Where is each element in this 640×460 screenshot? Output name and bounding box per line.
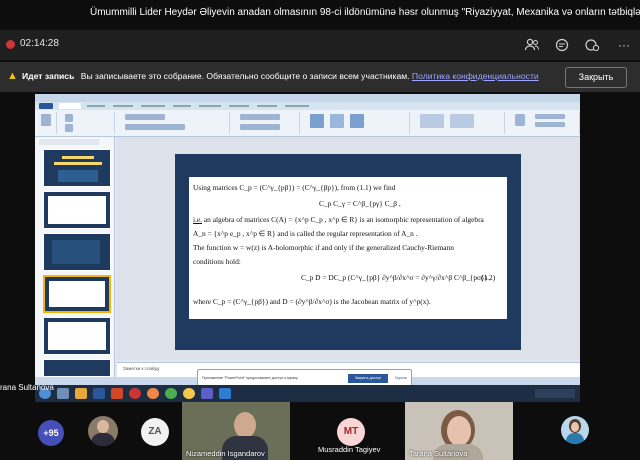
participant-avatar-photo[interactable] [88,416,118,446]
chrome-icon[interactable] [165,388,177,399]
slide-line-1: Using matrices C_p = (C^γ_{pβ}) = (C^γ_{… [193,183,396,192]
slide-formula-2: C_p D = DC_p (C^γ_{pβ} ∂y^β/∂x^σ = ∂y^γ/… [301,273,491,282]
slide-thumbnails-pane [35,137,115,377]
firefox-icon[interactable] [147,388,159,399]
warning-icon: ▲ [7,70,18,82]
opera-icon[interactable] [129,388,141,399]
slide-line-6: where C_p = (C^γ_{pβ}) and D = (∂y^β/∂x^… [193,297,431,306]
slide-thumbnail[interactable] [43,317,111,355]
participant-avatar-mt[interactable]: MT [337,418,365,446]
paste-icon [41,114,51,126]
stop-sharing-button[interactable]: Закрыть доступ [348,374,388,383]
people-icon[interactable] [524,38,540,52]
ppt-ribbon-tabs [35,102,580,110]
more-icon[interactable]: ··· [618,38,640,52]
slide-thumbnail[interactable] [43,233,111,271]
folder-icon[interactable] [75,388,87,399]
privacy-link[interactable]: Политика конфиденциальности [412,71,539,81]
slide-line-2-text: an algebra of matrices C(A) = {x^p C_p ,… [202,215,484,224]
reactions-icon[interactable] [584,38,600,52]
notes-placeholder: Заметки к слайду [123,366,160,371]
recording-dot-icon [6,40,15,49]
participant-tile-nizameddin[interactable]: Nizameddin Isgandarov [182,402,290,460]
meeting-timer: 02:14:28 [20,38,59,49]
close-banner-button[interactable]: Закрыть [565,67,627,88]
thumbnails-tabs [39,139,99,145]
banner-message: Вы записываете это собрание. Обязательно… [80,71,410,81]
meeting-bar: 02:14:28 ··· [0,30,640,60]
participant-name: Nizameddin Isgandarov [186,449,265,458]
participant-avatar-photo-2[interactable] [561,416,589,444]
zoom-icon[interactable] [219,388,231,399]
recording-banner: ▲ Идет запись Вы записываете это собрани… [0,62,640,92]
marquee-title: Ümummilli Lider Heydər Əliyevin anadan o… [90,7,640,18]
home-tab [59,103,81,109]
notification-text: Приложение "PowerPoint" предоставляет до… [202,376,298,380]
hide-button[interactable]: Скрыть [392,374,410,383]
equation-number: (1.2) [481,273,496,282]
participant-name-musraddin: Musraddin Tagiyev [318,445,381,454]
word-icon[interactable] [93,388,105,399]
slide-thumbnail-selected[interactable] [43,275,111,313]
system-tray [535,389,575,398]
shared-screen: Using matrices C_p = (C^γ_{pβ}) = (C^γ_{… [35,94,580,402]
participant-tile-tarana[interactable]: Tarana Sultanova [405,402,513,460]
slide-line-2-ie: i.e. [193,215,203,224]
participant-avatar-za[interactable]: ZA [141,418,169,446]
windows-taskbar [35,385,580,402]
slide-formula-1: C_p C_γ = C^β_{pγ} C_β , [319,199,401,208]
powerpoint-icon[interactable] [111,388,123,399]
slide-content: Using matrices C_p = (C^γ_{pβ}) = (C^γ_{… [189,177,507,319]
ppt-ribbon [35,110,580,137]
more-participants-button[interactable]: +95 [38,420,64,446]
slide-line-4: The function w = w(z) is A-holomorphic i… [193,243,454,252]
banner-title: Идет запись [22,71,75,81]
presenter-name: rana Sultanova [0,383,54,392]
chrome-alt-icon[interactable] [183,388,195,399]
chat-icon[interactable] [554,38,570,52]
slide-line-3: A_n = {x^p e_p , x^p ∈ R} and is called … [193,229,418,238]
slide-thumbnail[interactable] [43,359,111,377]
file-tab [39,103,53,109]
teams-icon[interactable] [201,388,213,399]
slide-thumbnail[interactable] [43,149,111,187]
slide-thumbnail[interactable] [43,191,111,229]
slide-line-5: conditions hold: [193,257,241,266]
ppt-titlebar [35,94,580,102]
participant-name: Tarana Sultanova [409,449,468,458]
slide-line-2: i.e. an algebra of matrices C(A) = {x^p … [193,215,484,224]
